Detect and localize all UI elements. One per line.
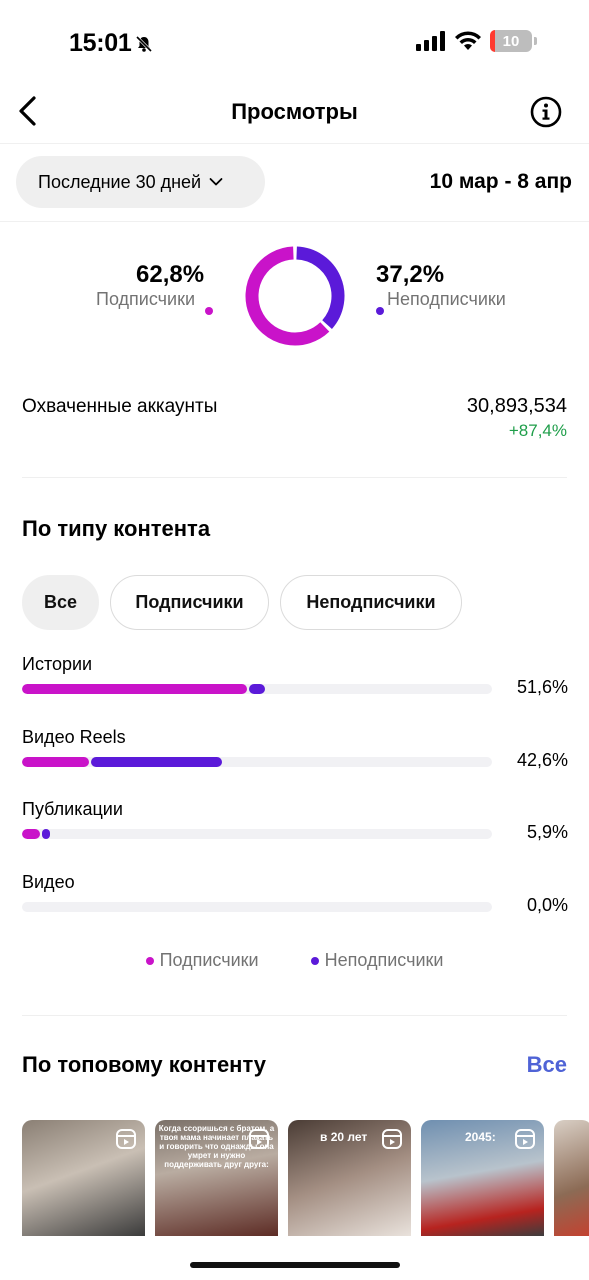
period-label: Последние 30 дней (38, 171, 202, 192)
tab-all[interactable]: Все (22, 575, 99, 630)
bar-segment-subscribers (22, 829, 40, 839)
donut-slice-subscribers (245, 246, 330, 346)
subscribers-percent: 62,8% (136, 261, 205, 288)
reach-change: +87,4% (508, 421, 567, 440)
bar-segment-subscribers (22, 757, 90, 767)
signal-icon (416, 31, 445, 51)
reach-label: Охваченные аккаунты (22, 396, 218, 417)
donut-slice-non-subscribers (296, 246, 345, 329)
content-type-tabs: Все Подписчики Неподписчики (22, 575, 462, 630)
reels-icon (249, 1129, 269, 1149)
content-type-title: По типу контента (22, 516, 211, 541)
legend-dot (310, 956, 319, 965)
bar-label: Видео Reels (22, 727, 126, 747)
chevron-down-icon (209, 178, 223, 186)
bar-legend: Подписчики Неподписчики (0, 950, 589, 971)
thumbnail-reel[interactable] (554, 1120, 589, 1236)
bar-percent: 5,9% (526, 822, 568, 842)
non-subscribers-dot (376, 307, 384, 315)
thumbnail-reel[interactable]: 2045: (421, 1120, 544, 1236)
page-title: Просмотры (231, 99, 358, 124)
mute-bell-icon (136, 35, 153, 52)
bar-percent: 51,6% (516, 677, 568, 697)
bar-row-posts: Публикации 5,9% (22, 799, 568, 865)
bar-segment-non-subscribers (248, 684, 265, 694)
status-time: 15:01 (69, 29, 153, 58)
legend-subscribers: Подписчики (145, 950, 259, 971)
filter-row: Последние 30 дней 10 мар - 8 апр (0, 156, 589, 222)
top-content-thumbnails: Когда ссоришься с братом, а твоя мама на… (22, 1120, 589, 1236)
bar-track (22, 902, 492, 912)
bar-row-stories: Истории 51,6% (22, 654, 568, 720)
donut-svg (245, 246, 345, 346)
divider (22, 1015, 567, 1016)
bar-segment-non-subscribers (91, 757, 223, 767)
tab-non-subscribers[interactable]: Неподписчики (280, 575, 462, 630)
bar-track (22, 757, 492, 767)
period-dropdown[interactable]: Последние 30 дней (16, 156, 265, 208)
bar-row-reels: Видео Reels 42,6% (22, 727, 568, 793)
status-indicators: 10 (416, 30, 537, 52)
reach-value: 30,893,534 (466, 395, 567, 417)
bar-segment-subscribers (22, 684, 247, 694)
wifi-icon (455, 31, 481, 50)
legend-label: Подписчики (159, 950, 259, 970)
clock-text: 15:01 (69, 29, 132, 57)
thumbnail-caption: 2045: (465, 1130, 496, 1144)
date-range: 10 мар - 8 апр (429, 170, 572, 193)
bar-label: Истории (22, 654, 93, 674)
thumbnail-reel[interactable]: Когда ссоришься с братом, а твоя мама на… (155, 1120, 278, 1236)
bar-segment-non-subscribers (41, 829, 50, 839)
tab-subscribers[interactable]: Подписчики (110, 575, 269, 630)
reels-icon (515, 1129, 535, 1149)
bar-label: Публикации (22, 799, 123, 819)
bar-row-video: Видео 0,0% (22, 872, 568, 938)
info-icon[interactable] (530, 96, 562, 128)
audience-donut-chart (244, 245, 346, 347)
battery-level: 10 (502, 32, 520, 50)
legend-label: Неподписчики (324, 950, 444, 970)
reels-icon (116, 1129, 136, 1149)
subscribers-label: Подписчики (96, 289, 196, 309)
thumbnail-reel[interactable]: в 20 лет (288, 1120, 411, 1236)
battery-icon: 10 (490, 30, 532, 52)
legend-non-subscribers: Неподписчики (310, 950, 444, 971)
subscribers-dot (205, 307, 213, 315)
non-subscribers-label: Неподписчики (387, 289, 506, 309)
bar-track (22, 829, 492, 839)
see-all-link[interactable]: Все (527, 1052, 567, 1078)
nav-bar: Просмотры (0, 80, 589, 144)
divider (22, 477, 567, 478)
top-content-title: По топовому контенту (22, 1052, 267, 1077)
bar-label: Видео (22, 872, 75, 892)
bar-track (22, 684, 492, 694)
bar-percent: 42,6% (516, 750, 568, 770)
status-bar: 15:01 10 (0, 0, 589, 80)
thumbnail-caption: в 20 лет (320, 1130, 368, 1144)
bar-percent: 0,0% (526, 895, 568, 915)
thumbnail-reel[interactable] (22, 1120, 145, 1236)
reels-icon (382, 1129, 402, 1149)
home-indicator (190, 1262, 400, 1268)
legend-dot (145, 956, 154, 965)
non-subscribers-percent: 37,2% (376, 261, 445, 288)
